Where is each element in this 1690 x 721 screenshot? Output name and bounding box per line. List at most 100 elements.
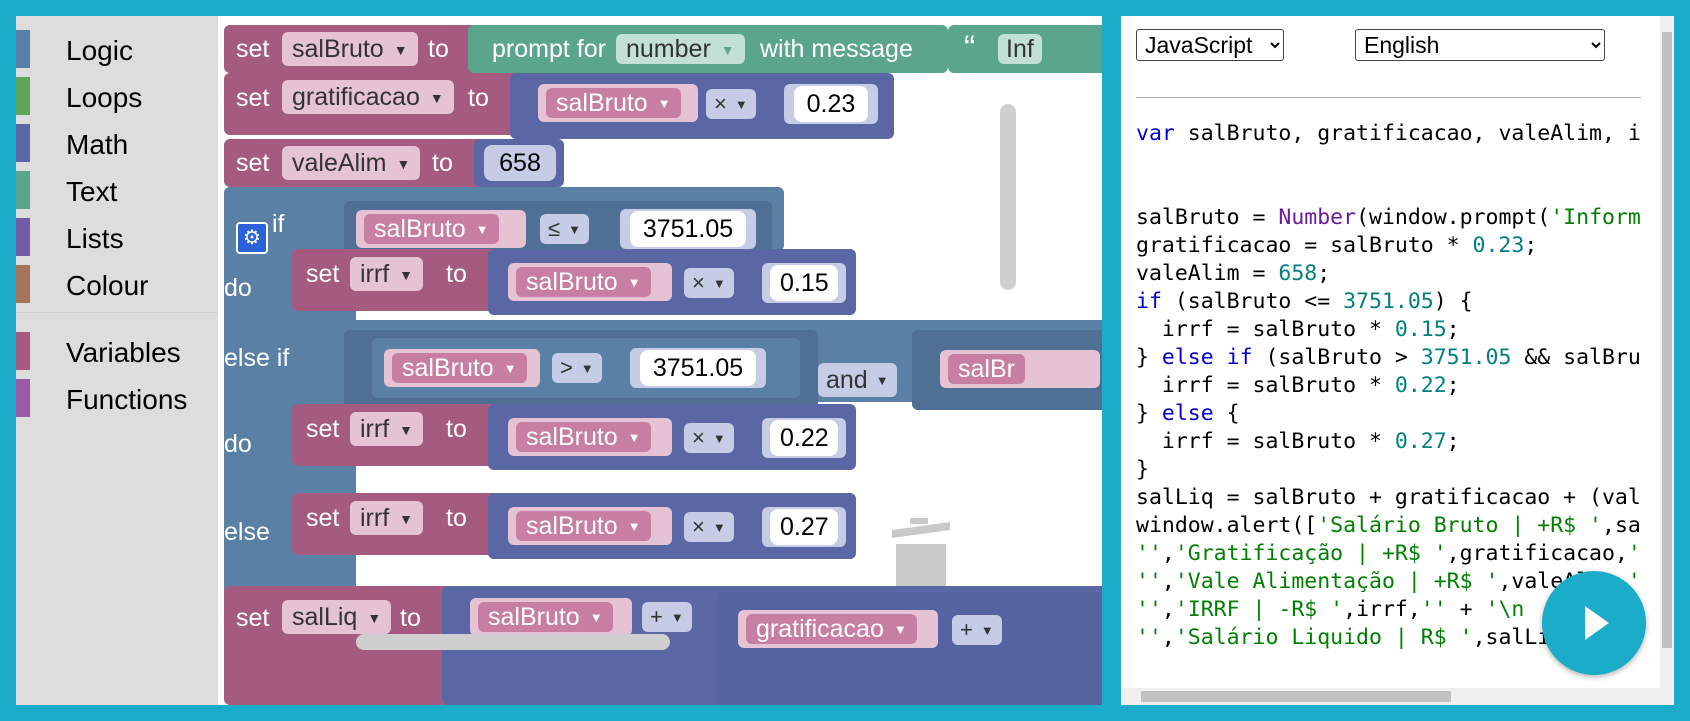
language-select[interactable]: JavaScript (1136, 29, 1284, 61)
compare-block-2[interactable]: salBr (912, 330, 1102, 410)
variable-getter[interactable]: salBruto ▼ (538, 84, 698, 122)
set-irrf-block[interactable]: set irrf ▼ to (292, 493, 502, 555)
arithmetic-block[interactable]: salBruto ▼ × ▼ 0.23 (510, 73, 894, 139)
operator-dropdown[interactable]: + ▼ (952, 615, 1002, 645)
to-label: to (400, 604, 421, 632)
do-label: do (224, 430, 252, 458)
arithmetic-block[interactable]: salBruto ▼ × ▼ 0.22 (488, 404, 856, 470)
number-value[interactable]: 0.22 (770, 420, 838, 456)
category-text[interactable]: Text (16, 167, 218, 209)
arithmetic-block-nested[interactable]: gratificacao ▼ + ▼ (718, 592, 1102, 705)
workspace-vertical-scrollbar[interactable] (1000, 104, 1016, 290)
variable-getter[interactable]: salBruto ▼ (508, 418, 672, 456)
blocks-workspace[interactable]: set salBruto ▼ to prompt for number ▼ with… (218, 16, 1102, 705)
workspace-horizontal-scrollbar[interactable] (356, 634, 670, 650)
category-label: Variables (66, 337, 181, 368)
variable-name: irrf (360, 260, 390, 288)
category-loops[interactable]: Loops (16, 73, 218, 115)
category-label: Functions (66, 384, 188, 415)
variable-dropdown-irrf[interactable]: irrf ▼ (350, 257, 424, 291)
set-irrf-block[interactable]: set irrf ▼ to (292, 404, 502, 466)
variable-dropdown-irrf[interactable]: irrf ▼ (350, 412, 424, 446)
dropdown-arrow-icon: ▼ (670, 610, 684, 626)
number-block-658[interactable]: 658 (474, 139, 564, 187)
variable-getter[interactable]: gratificacao ▼ (738, 610, 938, 648)
code-horizontal-scroll-thumb[interactable] (1141, 691, 1451, 702)
category-math[interactable]: Math (16, 120, 218, 162)
operator-dropdown[interactable]: ≤ ▼ (540, 214, 589, 244)
category-variables[interactable]: Variables (16, 328, 218, 370)
variable-getter[interactable]: salBruto ▼ (356, 210, 526, 248)
variable-dropdown-valealim[interactable]: valeAlim ▼ (282, 146, 421, 180)
dropdown-arrow-icon: ▼ (396, 156, 411, 173)
else-if-label: else if (224, 344, 290, 372)
prompt-block[interactable]: prompt for number ▼ with message (468, 25, 948, 73)
dropdown-arrow-icon: ▼ (568, 222, 581, 238)
number-value[interactable]: 3751.05 (640, 350, 756, 386)
variable-dropdown-gratificacao[interactable]: gratificacao ▼ (282, 80, 454, 114)
number-value[interactable]: 0.15 (770, 265, 838, 301)
number-value[interactable]: 3751.05 (630, 211, 746, 247)
category-logic[interactable]: Logic (16, 26, 218, 68)
code-vertical-scroll-thumb[interactable] (1662, 32, 1672, 648)
arithmetic-block[interactable]: salBruto ▼ × ▼ 0.15 (488, 249, 856, 315)
quote-icon: “ (964, 29, 976, 67)
variable-dropdown-irrf[interactable]: irrf ▼ (350, 501, 424, 535)
set-label: set (236, 35, 270, 63)
variable-getter[interactable]: salBruto ▼ (508, 263, 672, 301)
compare-inner[interactable]: salBruto ▼ > ▼ 3751.05 (372, 338, 800, 398)
variable-dropdown-salbruto[interactable]: salBruto ▼ (282, 32, 418, 66)
code-line: irrf = salBruto * 0.22; (1136, 373, 1460, 398)
number-value[interactable]: 0.27 (770, 509, 838, 545)
operator-dropdown[interactable]: × ▼ (706, 89, 756, 119)
else-label: else (224, 518, 270, 546)
operator-symbol: > (560, 355, 573, 380)
variable-getter[interactable]: salBruto ▼ (508, 507, 672, 545)
variable-getter[interactable]: salBruto ▼ (384, 349, 540, 387)
category-color-bar (16, 124, 30, 162)
logic-operator-dropdown[interactable]: and ▼ (818, 363, 897, 397)
number-value[interactable]: 658 (484, 145, 556, 181)
number-value[interactable]: 0.23 (794, 86, 868, 122)
prompt-type-dropdown[interactable]: number ▼ (616, 34, 745, 64)
arithmetic-block[interactable]: salBruto ▼ × ▼ 0.27 (488, 493, 856, 559)
text-literal: Inf (1006, 35, 1034, 63)
variable-getter-label: salBr (948, 354, 1025, 384)
operator-dropdown[interactable]: × ▼ (684, 268, 734, 298)
dropdown-arrow-icon: ▼ (712, 431, 726, 447)
operator-dropdown[interactable]: + ▼ (642, 602, 692, 632)
operator-dropdown[interactable]: × ▼ (684, 423, 734, 453)
text-value[interactable]: Inf (998, 34, 1042, 64)
set-gratificacao-block[interactable]: set gratificacao ▼ to (224, 73, 524, 135)
category-lists[interactable]: Lists (16, 214, 218, 256)
toolbox-separator (16, 312, 218, 313)
variable-getter[interactable]: salBr (940, 350, 1100, 388)
variable-dropdown-salliq[interactable]: salLiq ▼ (282, 600, 392, 634)
category-label: Logic (66, 35, 133, 66)
code-line: valeAlim = 658; (1136, 261, 1331, 286)
run-button[interactable] (1542, 571, 1646, 675)
dropdown-arrow-icon: ▼ (627, 275, 641, 291)
set-salbruto-block[interactable]: set salBruto ▼ to (224, 25, 484, 73)
set-irrf-block[interactable]: set irrf ▼ to (292, 249, 502, 311)
text-block[interactable]: “ Inf (948, 25, 1102, 73)
set-valealim-block[interactable]: set valeAlim ▼ to (224, 139, 484, 187)
variable-name: salBruto (526, 268, 618, 296)
category-colour[interactable]: Colour (16, 261, 218, 303)
category-color-bar (16, 265, 30, 303)
category-functions[interactable]: Functions (16, 375, 218, 417)
code-line: var salBruto, gratificacao, valeAlim, i (1136, 121, 1641, 146)
variable-getter[interactable]: salBruto ▼ (470, 598, 632, 636)
category-color-bar (16, 218, 30, 256)
gear-icon[interactable]: ⚙ (236, 222, 268, 254)
dropdown-arrow-icon: ▼ (712, 276, 726, 292)
locale-select[interactable]: English (1355, 29, 1605, 61)
compare-block[interactable]: salBruto ▼ > ▼ 3751.05 (344, 330, 818, 410)
code-line: '','Gratificação | +R$ ',gratificacao,' (1136, 541, 1641, 566)
code-line: window.alert(['Salário Bruto | +R$ ',sa (1136, 513, 1641, 538)
category-color-bar (16, 30, 30, 68)
operator-dropdown[interactable]: > ▼ (552, 353, 602, 383)
operator-dropdown[interactable]: × ▼ (684, 512, 734, 542)
operator-symbol: ≤ (548, 216, 561, 241)
code-line: gratificacao = salBruto * 0.23; (1136, 233, 1538, 258)
